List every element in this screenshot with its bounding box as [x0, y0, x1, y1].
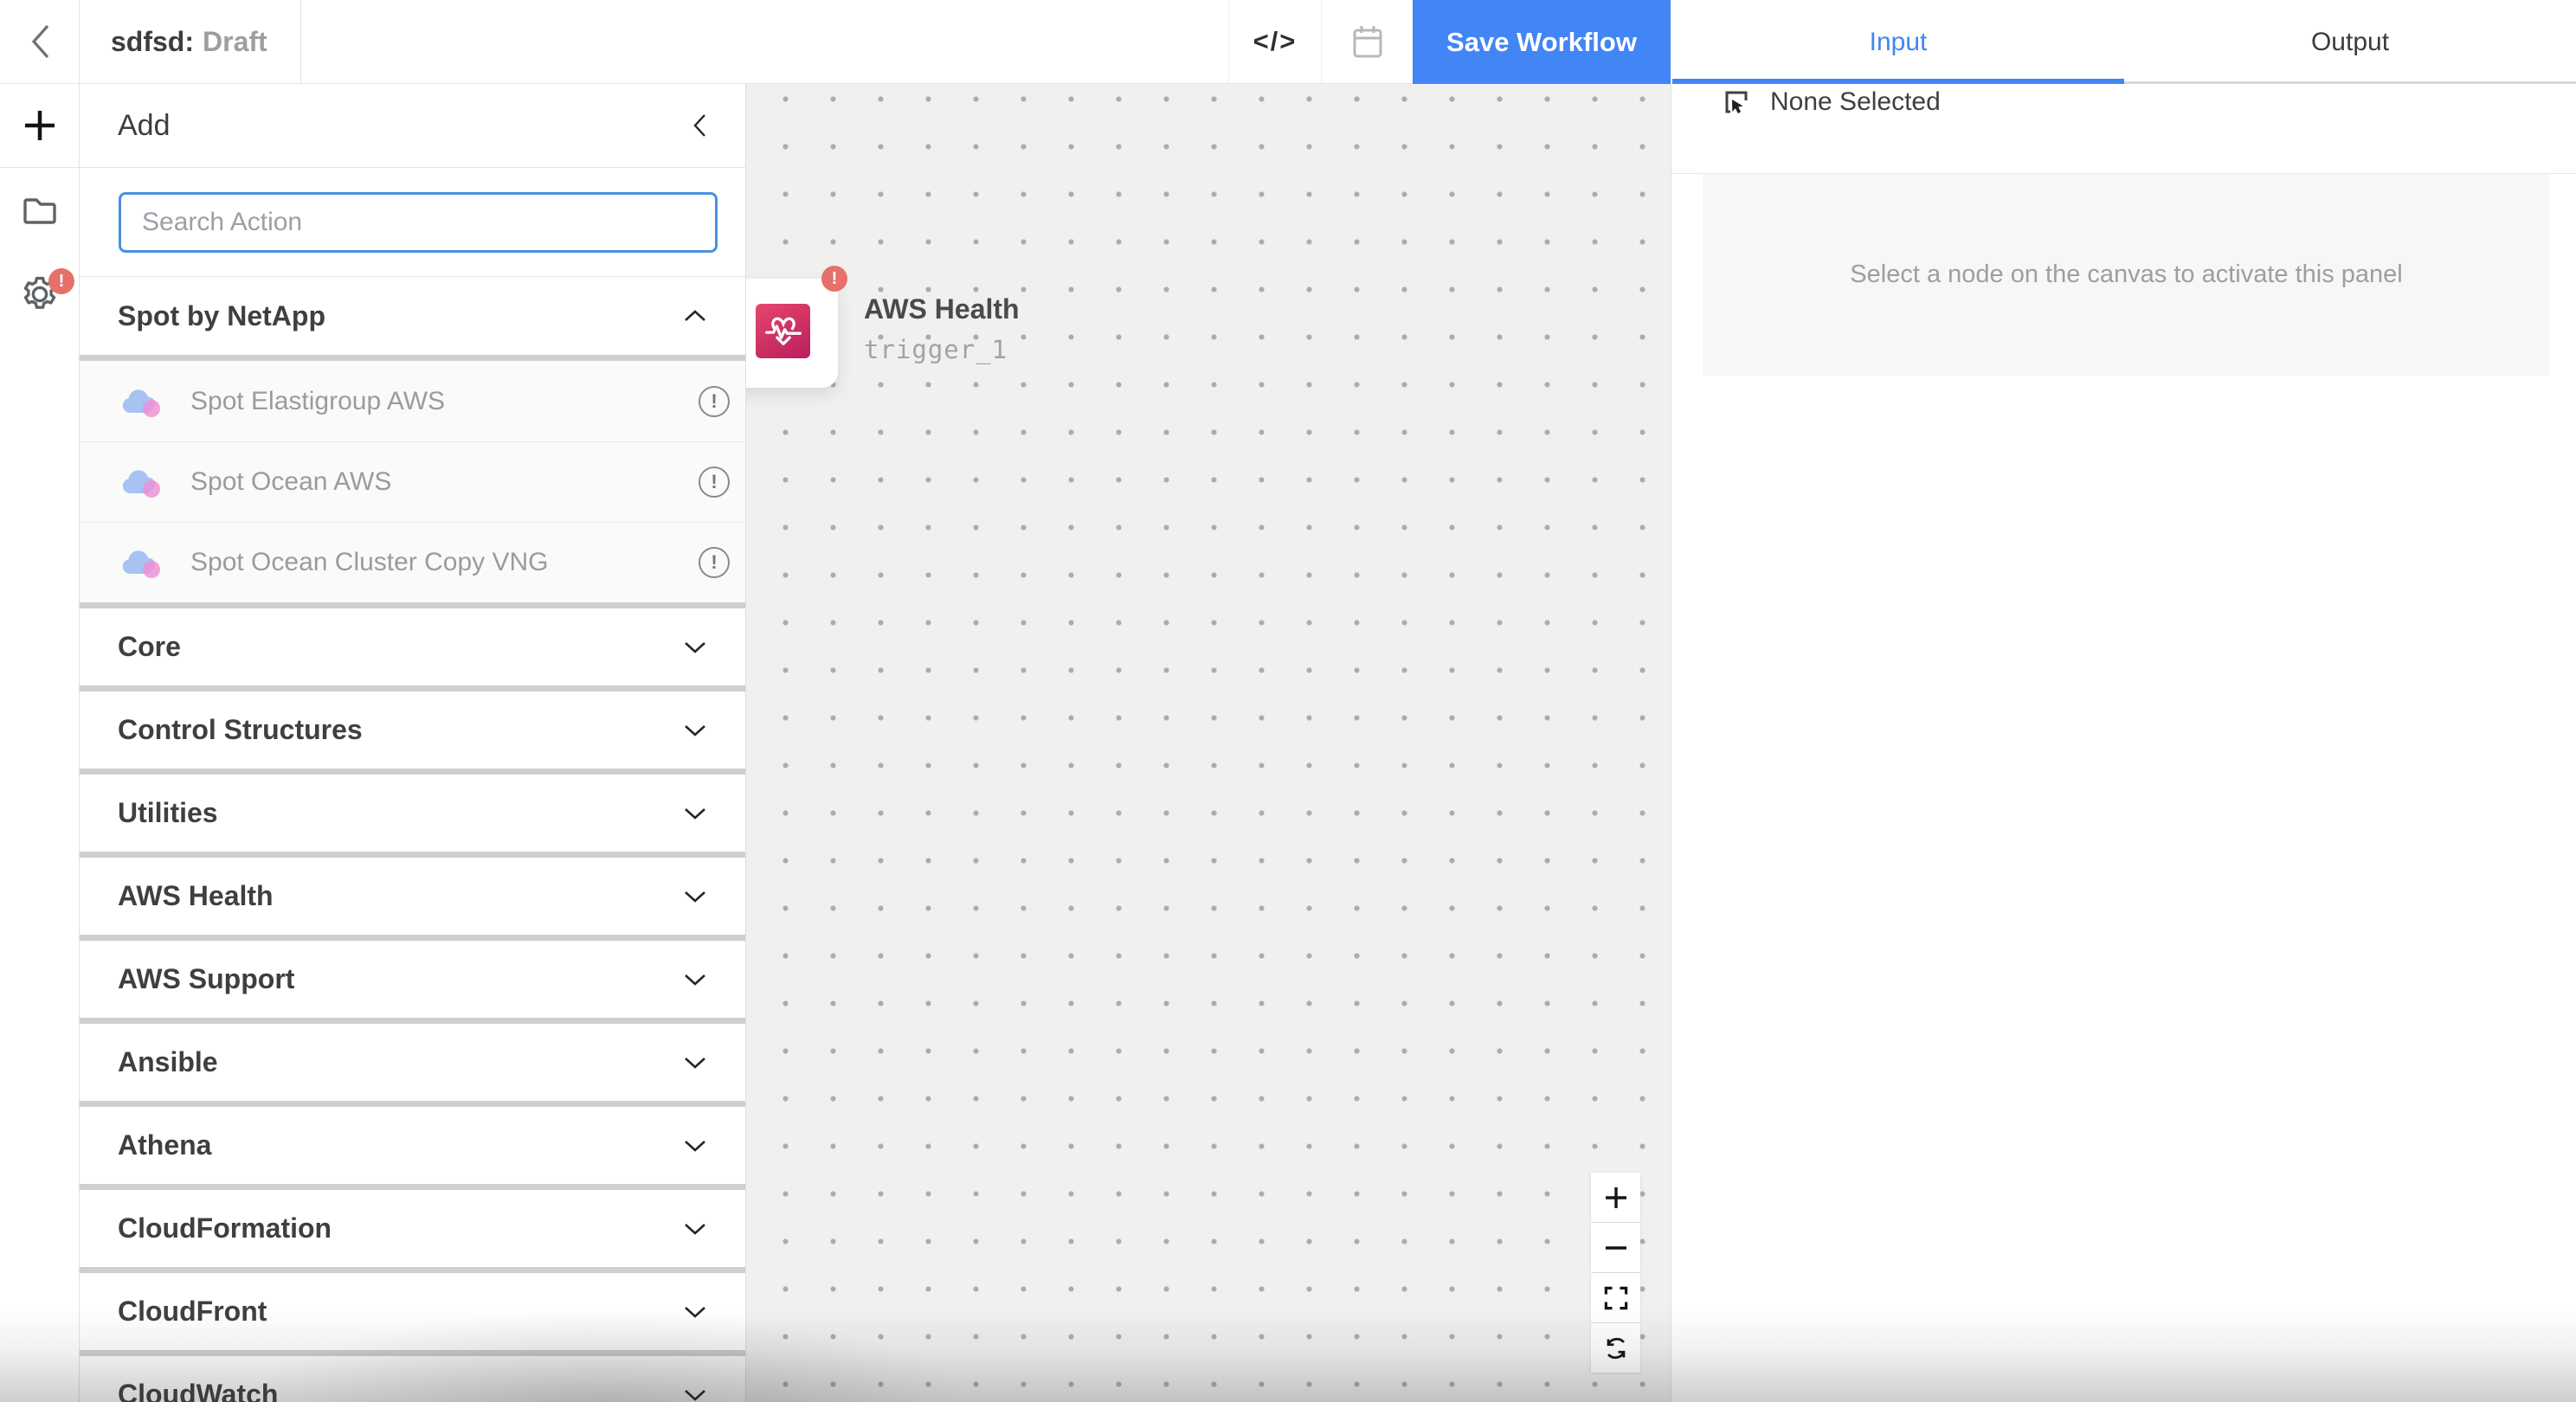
top-bar-spacer — [301, 0, 1228, 84]
top-bar: sdfsd: Draft </> Save Workflow Input Out… — [0, 0, 2576, 84]
list-item-spot-ocean-aws[interactable]: Spot Ocean AWS ! — [80, 441, 745, 522]
back-button[interactable] — [0, 0, 80, 84]
category-aws-support[interactable]: AWS Support — [80, 941, 745, 1018]
category-spot-by-netapp[interactable]: Spot by NetApp — [80, 277, 745, 355]
canvas-controls — [1591, 1173, 1640, 1373]
search-action-input[interactable] — [119, 192, 718, 253]
zoom-out-icon — [1603, 1235, 1629, 1261]
cloud-icon — [119, 466, 163, 498]
left-rail: ! — [0, 84, 80, 1402]
inspector-empty-state: Select a node on the canvas to activate … — [1703, 174, 2550, 376]
inspector-panel: None Selected Select a node on the canva… — [1671, 84, 2576, 1402]
tab-output[interactable]: Output — [2124, 0, 2576, 84]
workflow-name: sdfsd: — [111, 26, 194, 58]
category-cloudformation[interactable]: CloudFormation — [80, 1190, 745, 1267]
add-panel-title: Add — [118, 109, 171, 143]
chevron-left-icon — [29, 23, 51, 61]
app-root: { "header": { "title": "sdfsd:", "status… — [0, 0, 2576, 1402]
tab-input[interactable]: Input — [1672, 0, 2124, 84]
action-category-list: Spot by NetApp Spot Elastigroup AWS ! Sp… — [80, 277, 745, 1402]
cloud-icon — [119, 546, 163, 579]
code-view-button[interactable]: </> — [1228, 0, 1322, 84]
spot-items-group: Spot Elastigroup AWS ! Spot Ocean AWS ! … — [80, 361, 745, 602]
reset-view-icon — [1602, 1334, 1630, 1362]
add-panel-header: Add — [80, 84, 745, 168]
chevron-down-icon — [683, 1139, 707, 1153]
chevron-down-icon — [683, 724, 707, 737]
chevron-down-icon — [683, 973, 707, 987]
list-item-spot-elastigroup-aws[interactable]: Spot Elastigroup AWS ! — [80, 361, 745, 441]
inspector-tabs: Input Output — [1672, 0, 2576, 84]
new-workflow-button[interactable] — [0, 84, 79, 168]
add-action-panel: Add Spot by NetApp Spot Elastigroup AWS … — [80, 84, 746, 1402]
workflow-canvas[interactable]: ! AWS Health trigger_1 — [746, 84, 1671, 1402]
settings-button[interactable]: ! — [0, 252, 79, 336]
selection-status: None Selected — [1671, 84, 2576, 120]
reset-view-button[interactable] — [1591, 1323, 1640, 1373]
zoom-in-button[interactable] — [1591, 1173, 1640, 1222]
select-cursor-icon — [1722, 87, 1753, 118]
category-ansible[interactable]: Ansible — [80, 1024, 745, 1101]
folder-icon — [22, 195, 58, 226]
chevron-down-icon — [683, 807, 707, 820]
category-aws-health[interactable]: AWS Health — [80, 858, 745, 935]
aws-health-heartbeat-icon — [756, 304, 810, 358]
alert-circle-icon[interactable]: ! — [699, 547, 730, 578]
chevron-down-icon — [683, 1222, 707, 1236]
category-utilities[interactable]: Utilities — [80, 775, 745, 852]
workflows-folder-button[interactable] — [0, 168, 79, 252]
category-cloudfront[interactable]: CloudFront — [80, 1273, 745, 1350]
workflow-status: Draft — [203, 26, 267, 58]
node-error-badge: ! — [821, 266, 847, 292]
save-workflow-button[interactable]: Save Workflow — [1413, 0, 1671, 84]
schedule-button[interactable] — [1322, 0, 1413, 84]
chevron-down-icon — [683, 1388, 707, 1402]
inspector-empty-message: Select a node on the canvas to activate … — [1850, 260, 2402, 289]
plus-icon — [20, 106, 60, 145]
zoom-in-icon — [1603, 1185, 1629, 1211]
node-title: AWS Health — [864, 292, 1020, 326]
category-athena[interactable]: Athena — [80, 1107, 745, 1184]
inactive-tab-underline — [2124, 81, 2576, 84]
cloud-icon — [119, 385, 163, 418]
settings-alert-badge: ! — [48, 268, 74, 294]
chevron-down-icon — [683, 1056, 707, 1070]
code-icon: </> — [1253, 26, 1298, 57]
category-core[interactable]: Core — [80, 608, 745, 685]
list-item-spot-ocean-cluster-copy-vng[interactable]: Spot Ocean Cluster Copy VNG ! — [80, 522, 745, 602]
chevron-left-icon — [692, 113, 707, 138]
selection-status-label: None Selected — [1770, 87, 1941, 117]
chevron-up-icon — [683, 309, 707, 323]
alert-circle-icon[interactable]: ! — [699, 466, 730, 498]
chevron-down-icon — [683, 890, 707, 904]
search-row — [80, 168, 745, 277]
fit-view-icon — [1601, 1283, 1631, 1313]
category-control-structures[interactable]: Control Structures — [80, 691, 745, 769]
collapse-panel-button[interactable] — [692, 113, 707, 138]
chevron-down-icon — [683, 1305, 707, 1319]
workflow-title: sdfsd: Draft — [80, 0, 301, 84]
zoom-out-button[interactable] — [1591, 1223, 1640, 1272]
active-tab-indicator — [1672, 79, 2124, 84]
fit-view-button[interactable] — [1591, 1273, 1640, 1322]
calendar-icon — [1352, 24, 1383, 59]
category-cloudwatch[interactable]: CloudWatch — [80, 1356, 745, 1402]
alert-circle-icon[interactable]: ! — [699, 386, 730, 417]
chevron-down-icon — [683, 640, 707, 654]
node-label: AWS Health trigger_1 — [864, 292, 1020, 364]
node-subtitle: trigger_1 — [864, 335, 1020, 364]
